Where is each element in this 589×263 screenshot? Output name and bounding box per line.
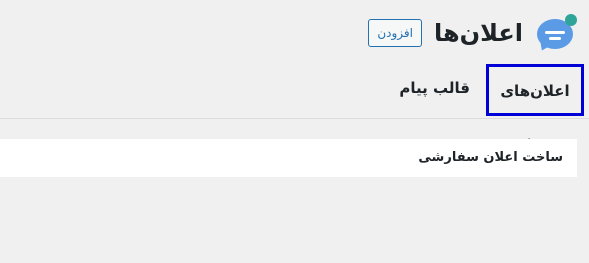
bubble-line	[545, 31, 565, 34]
create-custom-notification-link[interactable]: ساخت اعلان سفارشی	[418, 139, 563, 177]
notifications-list: ساخت اعلان سفارشی	[0, 139, 577, 177]
chat-bubble-icon	[533, 11, 577, 55]
tab-my-notifications[interactable]: اعلان‌های من	[486, 64, 584, 148]
divider	[0, 118, 589, 119]
add-button[interactable]: افزودن	[368, 19, 423, 47]
notification-dot-icon	[565, 14, 577, 26]
tab-bar: اعلان‌های من قالب پیام	[393, 64, 589, 148]
tab-message-template[interactable]: قالب پیام	[393, 64, 476, 116]
page-header: اعلان‌ها افزودن	[368, 10, 577, 56]
bubble-line	[549, 37, 561, 40]
page-title: اعلان‌ها	[434, 19, 523, 47]
